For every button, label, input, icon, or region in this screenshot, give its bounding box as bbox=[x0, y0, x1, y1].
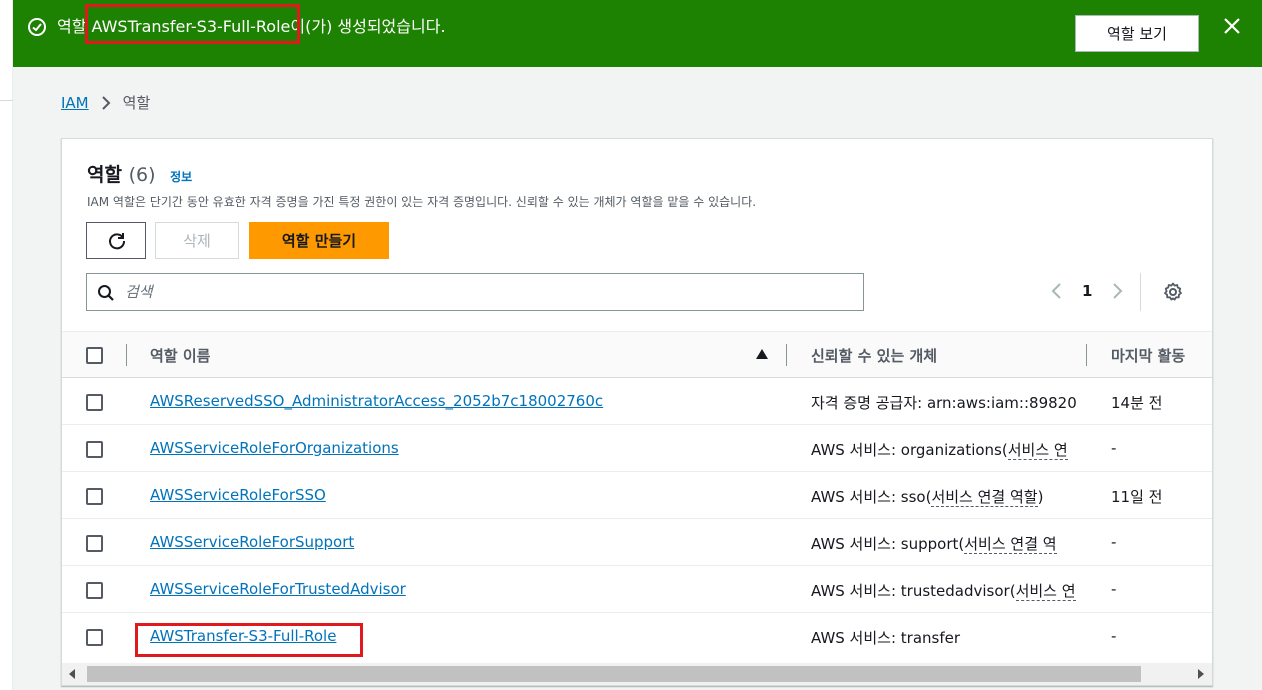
nav-divider bbox=[0, 100, 13, 101]
refresh-icon bbox=[109, 233, 126, 250]
flash-suffix: 이(가) 생성되었습니다. bbox=[290, 17, 446, 36]
role-name-link[interactable]: AWSServiceRoleForSupport bbox=[150, 533, 354, 551]
chevron-right-icon[interactable] bbox=[1112, 282, 1124, 300]
last-activity: 14분 전 bbox=[1111, 394, 1163, 412]
row-checkbox[interactable] bbox=[86, 394, 103, 411]
trusted-entity-text: AWS 서비스: organizations bbox=[811, 441, 1002, 459]
row-checkbox[interactable] bbox=[86, 582, 103, 599]
search-input[interactable] bbox=[125, 281, 825, 303]
new-role-highlight-box bbox=[135, 623, 363, 657]
roles-description: IAM 역할은 단기간 동안 유효한 자격 증명을 가진 특정 권한이 있는 자… bbox=[87, 195, 757, 209]
search-icon bbox=[98, 285, 114, 301]
trusted-entity: AWS 서비스: transfer bbox=[811, 627, 1087, 648]
table-row: AWSReservedSSO_AdministratorAccess_2052b… bbox=[62, 378, 1212, 425]
trusted-entity-text: AWS 서비스: trustedadvisor bbox=[811, 582, 1010, 600]
row-checkbox[interactable] bbox=[86, 535, 103, 552]
scroll-right-arrow-icon[interactable] bbox=[1198, 669, 1204, 679]
row-checkbox[interactable] bbox=[86, 629, 103, 646]
close-icon[interactable] bbox=[1222, 16, 1242, 36]
trusted-entity-suffix: ) bbox=[1037, 488, 1044, 506]
trusted-entity-text: AWS 서비스: support bbox=[811, 535, 959, 553]
pagination: 1 bbox=[1050, 273, 1141, 311]
search-field[interactable] bbox=[86, 273, 864, 311]
trusted-entity-text: AWS 서비스: transfer bbox=[811, 629, 961, 647]
trusted-entity: AWS 서비스: organizations(서비스 연 bbox=[811, 441, 1068, 460]
last-activity: - bbox=[1111, 533, 1117, 551]
refresh-button[interactable] bbox=[86, 222, 146, 259]
last-activity: - bbox=[1111, 439, 1117, 457]
success-flash-banner: 역할 AWSTransfer-S3-Full-Role이(가) 생성되었습니다.… bbox=[13, 0, 1262, 67]
pager-divider bbox=[1140, 273, 1141, 311]
column-separator[interactable] bbox=[786, 344, 787, 366]
column-header-last-activity[interactable]: 마지막 활동 bbox=[1111, 345, 1185, 366]
trusted-entity-text: AWS 서비스: sso bbox=[811, 488, 926, 506]
breadcrumb-iam-link[interactable]: IAM bbox=[61, 94, 89, 112]
roles-count: (6) bbox=[128, 164, 156, 186]
flash-role-highlight-box bbox=[85, 4, 300, 44]
last-activity: - bbox=[1111, 580, 1117, 598]
trusted-entity: AWS 서비스: sso(서비스 연결 역할) bbox=[811, 488, 1044, 507]
iam-roles-page: 역할 AWSTransfer-S3-Full-Role이(가) 생성되었습니다.… bbox=[0, 0, 1262, 690]
horizontal-scrollbar[interactable] bbox=[62, 663, 1212, 685]
chevron-right-icon bbox=[101, 95, 111, 110]
create-role-button[interactable]: 역할 만들기 bbox=[249, 222, 389, 259]
role-name-link[interactable]: AWSReservedSSO_AdministratorAccess_2052b… bbox=[150, 392, 603, 410]
left-nav-collapsed bbox=[0, 0, 13, 690]
service-linked-role-tooltip[interactable]: 서비스 연결 역할 bbox=[931, 488, 1038, 507]
row-checkbox[interactable] bbox=[86, 488, 103, 505]
sort-ascending-icon[interactable] bbox=[756, 349, 768, 359]
scroll-left-arrow-icon[interactable] bbox=[69, 669, 75, 679]
trusted-entity: 자격 증명 공급자: arn:aws:iam::89820 bbox=[811, 392, 1087, 413]
last-activity: 11일 전 bbox=[1111, 488, 1163, 506]
gear-icon[interactable] bbox=[1163, 282, 1183, 302]
trusted-entity: AWS 서비스: support(서비스 연결 역 bbox=[811, 535, 1057, 554]
role-name-link[interactable]: AWSServiceRoleForOrganizations bbox=[150, 439, 399, 457]
table-row: AWSServiceRoleForSupport AWS 서비스: suppor… bbox=[62, 519, 1212, 566]
service-linked-role-tooltip[interactable]: 서비스 연결 역 bbox=[964, 535, 1057, 554]
roles-table-card: 역할 (6) 정보 IAM 역할은 단기간 동안 유효한 자격 증명을 가진 특… bbox=[61, 138, 1213, 686]
roles-title: 역할 bbox=[87, 164, 122, 186]
success-check-circle-icon bbox=[28, 18, 46, 36]
trusted-entity-text: 자격 증명 공급자: arn:aws:iam::89820 bbox=[811, 394, 1077, 412]
service-linked-role-tooltip[interactable]: 서비스 연 bbox=[1015, 582, 1076, 601]
row-checkbox[interactable] bbox=[86, 441, 103, 458]
column-separator[interactable] bbox=[1086, 344, 1087, 366]
table-row: AWSServiceRoleForSSO AWS 서비스: sso(서비스 연결… bbox=[62, 472, 1212, 519]
table-row: AWSServiceRoleForTrustedAdvisor AWS 서비스:… bbox=[62, 566, 1212, 613]
column-separator bbox=[126, 344, 127, 366]
role-name-link[interactable]: AWSServiceRoleForSSO bbox=[150, 486, 326, 504]
page-title: 역할 (6) 정보 bbox=[87, 160, 192, 187]
column-header-trusted-entity[interactable]: 신뢰할 수 있는 개체 bbox=[811, 345, 937, 366]
table-row: AWSServiceRoleForOrganizations AWS 서비스: … bbox=[62, 425, 1212, 472]
service-linked-role-tooltip[interactable]: 서비스 연 bbox=[1007, 441, 1068, 460]
view-role-button[interactable]: 역할 보기 bbox=[1075, 15, 1199, 52]
table-header: 역할 이름 신뢰할 수 있는 개체 마지막 활동 bbox=[62, 331, 1212, 378]
delete-button[interactable]: 삭제 bbox=[155, 222, 239, 259]
last-activity: - bbox=[1111, 627, 1117, 645]
trusted-entity: AWS 서비스: trustedadvisor(서비스 연 bbox=[811, 582, 1076, 601]
scrollbar-thumb[interactable] bbox=[87, 666, 1141, 682]
role-name-link[interactable]: AWSServiceRoleForTrustedAdvisor bbox=[150, 580, 406, 598]
select-all-checkbox[interactable] bbox=[86, 347, 103, 364]
info-link[interactable]: 정보 bbox=[170, 170, 192, 184]
chevron-left-icon[interactable] bbox=[1050, 282, 1062, 300]
column-header-role-name[interactable]: 역할 이름 bbox=[150, 345, 210, 366]
breadcrumb: IAM 역할 bbox=[61, 92, 150, 113]
breadcrumb-current: 역할 bbox=[122, 94, 151, 112]
current-page[interactable]: 1 bbox=[1082, 282, 1092, 300]
